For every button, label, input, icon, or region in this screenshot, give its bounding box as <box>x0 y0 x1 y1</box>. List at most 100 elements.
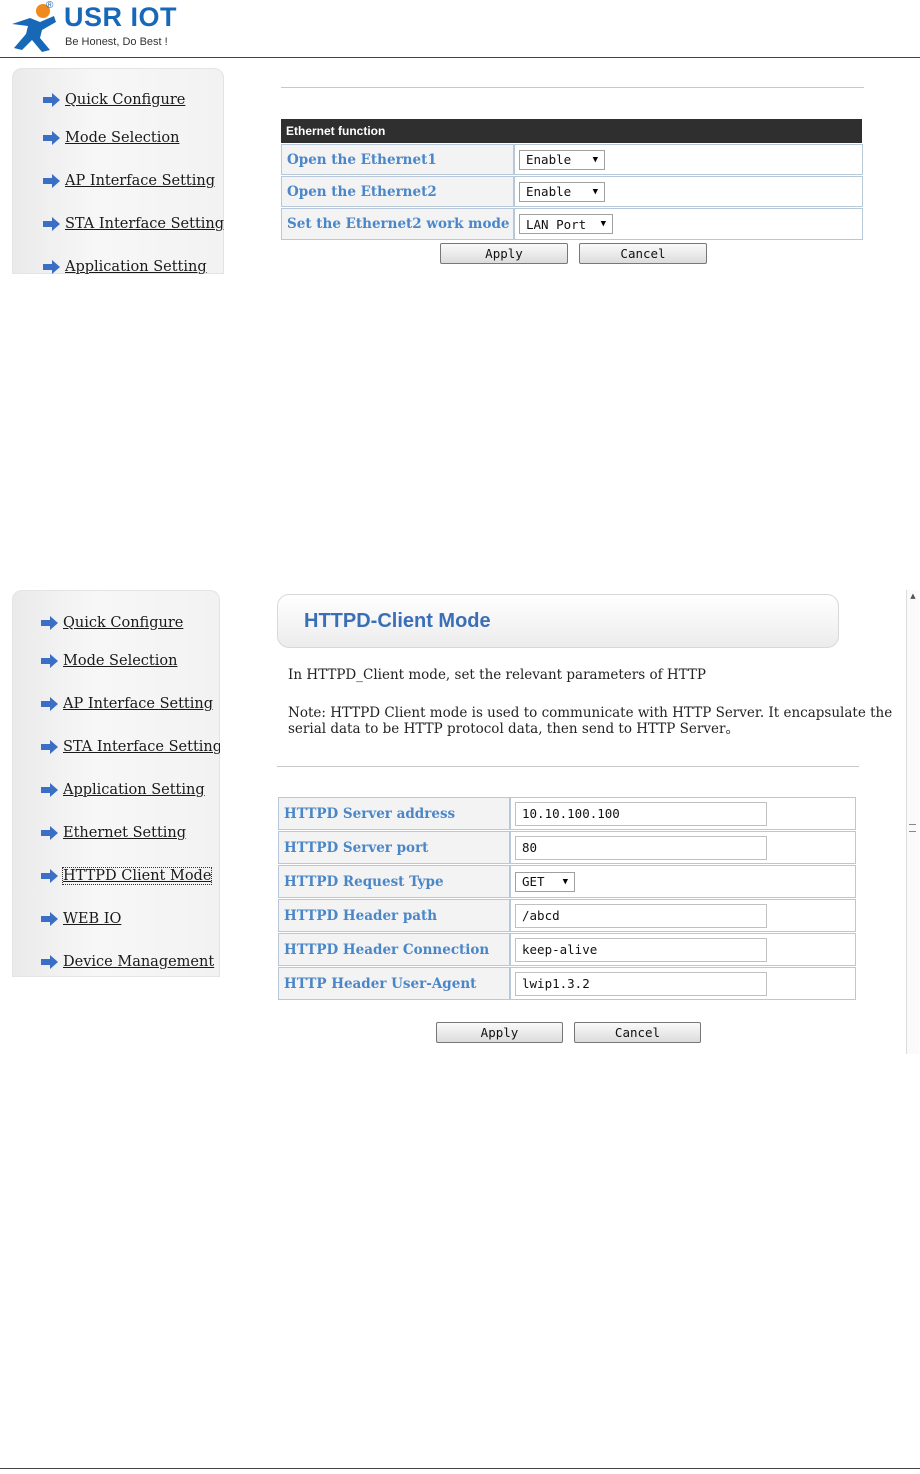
select-value: Enable <box>526 184 572 199</box>
page-note-line-2: serial data to be HTTP protocol data, th… <box>288 721 739 737</box>
form-row: HTTPD Server address 10.10.100.100 <box>278 797 856 830</box>
field-label: HTTP Header User-Agent <box>278 967 510 1000</box>
sidebar-item-device-management[interactable]: Device Management <box>40 951 214 973</box>
page-description: In HTTPD_Client mode, set the relevant p… <box>288 667 706 683</box>
header-divider <box>0 57 920 58</box>
sidebar-nav-2: Quick Configure Mode Selection AP Interf… <box>12 590 220 977</box>
arrow-right-icon <box>41 912 58 926</box>
arrow-right-icon <box>41 697 58 711</box>
footer-divider <box>0 1468 920 1469</box>
sidebar-item-label: Application Setting <box>63 782 205 798</box>
cancel-button[interactable]: Cancel <box>579 243 707 264</box>
chevron-down-icon: ▼ <box>600 219 606 229</box>
page-title-box: HTTPD-Client Mode <box>277 594 839 648</box>
field-label: HTTPD Header Connection <box>278 933 510 966</box>
form-row: HTTPD Header path /abcd <box>278 899 856 932</box>
divider <box>277 766 859 767</box>
scroll-grip-icon[interactable] <box>909 824 916 832</box>
sidebar-item-label: Ethernet Setting <box>63 825 187 841</box>
field-cell: keep-alive <box>510 933 856 966</box>
divider <box>281 87 864 88</box>
server-address-input[interactable]: 10.10.100.100 <box>515 801 767 826</box>
field-cell: 80 <box>510 831 856 864</box>
sidebar-item-ethernet-setting[interactable]: Ethernet Setting <box>40 822 186 844</box>
form-row: Open the Ethernet1 Enable ▼ <box>281 144 863 175</box>
form-row: Open the Ethernet2 Enable ▼ <box>281 176 863 207</box>
arrow-right-icon <box>41 740 58 754</box>
sidebar-item-label: Device Management <box>63 954 215 970</box>
sidebar-item-quick-configure[interactable]: Quick Configure <box>40 612 183 634</box>
select-value: Enable <box>526 152 572 167</box>
arrow-right-icon <box>41 826 58 840</box>
server-port-input[interactable]: 80 <box>515 835 767 860</box>
cancel-button[interactable]: Cancel <box>574 1022 701 1043</box>
sidebar-item-ap-interface[interactable]: AP Interface Setting <box>40 693 213 715</box>
arrow-right-icon <box>41 616 58 630</box>
registered-mark: ® <box>46 0 54 11</box>
page-note-line-1: Note: HTTPD Client mode is used to commu… <box>288 705 893 721</box>
page-title: HTTPD-Client Mode <box>304 609 491 632</box>
sidebar-item-web-io[interactable]: WEB IO <box>40 908 121 930</box>
sidebar-item-label: STA Interface Setting <box>63 739 220 755</box>
user-agent-input[interactable]: lwip1.3.2 <box>515 971 767 996</box>
sidebar-item-sta-interface[interactable]: STA Interface Setting <box>40 736 220 758</box>
sidebar-item-quick-configure[interactable]: Quick Configure <box>42 89 185 111</box>
sidebar-item-label: Quick Configure <box>63 615 184 631</box>
field-label: HTTPD Request Type <box>278 865 510 898</box>
sidebar-item-label: WEB IO <box>63 911 122 927</box>
form-row: HTTPD Server port 80 <box>278 831 856 864</box>
request-type-select[interactable]: GET ▼ <box>515 871 575 892</box>
sidebar-item-sta-interface[interactable]: STA Interface Setting <box>42 213 224 235</box>
sidebar-item-application-setting[interactable]: Application Setting <box>42 256 207 274</box>
form-row: HTTP Header User-Agent lwip1.3.2 <box>278 967 856 1000</box>
brand-tagline: Be Honest, Do Best ! <box>65 36 168 48</box>
select-value: GET <box>522 874 545 889</box>
sidebar-item-label: Mode Selection <box>63 653 178 669</box>
arrow-right-icon <box>43 131 60 145</box>
scroll-up-arrow-icon[interactable]: ▲ <box>907 592 919 600</box>
brand-name: USR IOT <box>64 2 178 32</box>
sidebar-item-mode-selection[interactable]: Mode Selection <box>42 127 179 149</box>
form-row: HTTPD Header Connection keep-alive <box>278 933 856 966</box>
ethernet2-select[interactable]: Enable ▼ <box>519 181 605 202</box>
sidebar-item-application-setting[interactable]: Application Setting <box>40 779 205 801</box>
field-cell: LAN Port ▼ <box>514 208 863 240</box>
sidebar-item-label: STA Interface Setting <box>65 216 224 232</box>
field-cell: 10.10.100.100 <box>510 797 856 830</box>
header-connection-input[interactable]: keep-alive <box>515 937 767 962</box>
ethernet2-mode-select[interactable]: LAN Port ▼ <box>519 214 613 234</box>
arrow-right-icon <box>41 955 58 969</box>
arrow-right-icon <box>43 260 60 274</box>
apply-button[interactable]: Apply <box>440 243 568 264</box>
sidebar-item-ap-interface[interactable]: AP Interface Setting <box>42 170 215 192</box>
arrow-right-icon <box>41 869 58 883</box>
field-cell: Enable ▼ <box>514 144 863 175</box>
sidebar-item-httpd-client-mode[interactable]: HTTPD Client Mode <box>40 865 213 887</box>
arrow-right-icon <box>43 174 60 188</box>
field-label: HTTPD Server address <box>278 797 510 830</box>
apply-button[interactable]: Apply <box>436 1022 563 1043</box>
section-header: Ethernet function <box>281 119 862 143</box>
arrow-right-icon <box>41 783 58 797</box>
sidebar-item-label: AP Interface Setting <box>65 173 215 189</box>
chevron-down-icon: ▼ <box>562 876 568 887</box>
form-row: Set the Ethernet2 work mode LAN Port ▼ <box>281 208 863 240</box>
sidebar-nav-1: Quick Configure Mode Selection AP Interf… <box>12 68 224 274</box>
chevron-down-icon: ▼ <box>592 186 598 197</box>
arrow-right-icon <box>41 654 58 668</box>
field-label: HTTPD Header path <box>278 899 510 932</box>
field-cell: GET ▼ <box>510 865 856 898</box>
chevron-down-icon: ▼ <box>592 154 598 165</box>
sidebar-item-label: AP Interface Setting <box>63 696 213 712</box>
field-label: Open the Ethernet2 <box>281 176 514 207</box>
sidebar-item-label: Mode Selection <box>65 130 180 146</box>
ethernet1-select[interactable]: Enable ▼ <box>519 149 605 170</box>
sidebar-item-mode-selection[interactable]: Mode Selection <box>40 650 177 672</box>
sidebar-item-label: HTTPD Client Mode <box>61 867 213 885</box>
select-value: LAN Port <box>526 216 587 232</box>
field-cell: Enable ▼ <box>514 176 863 207</box>
header-path-input[interactable]: /abcd <box>515 903 767 928</box>
vertical-scrollbar[interactable]: ▲ <box>906 590 919 1054</box>
form-row: HTTPD Request Type GET ▼ <box>278 865 856 898</box>
field-label: Open the Ethernet1 <box>281 144 514 175</box>
